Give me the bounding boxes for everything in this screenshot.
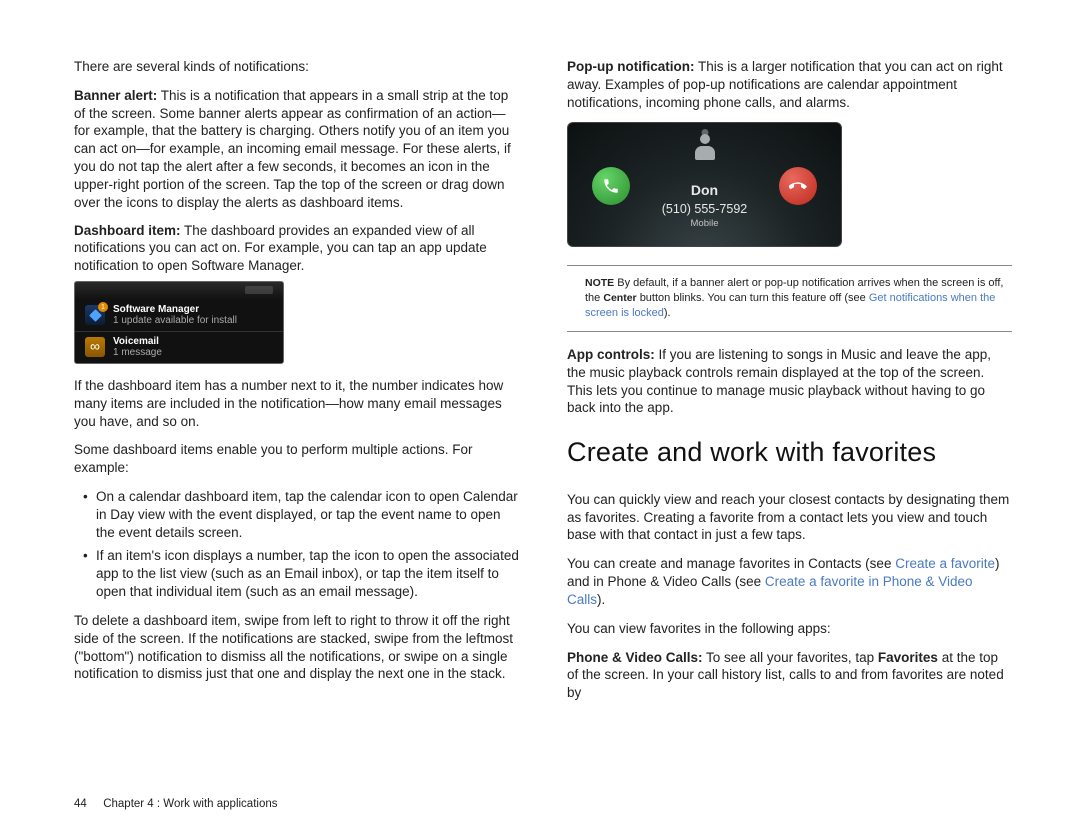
fav2a: You can create and manage favorites in C… <box>567 556 895 571</box>
footer-chapter: Chapter 4 : Work with applications <box>103 798 277 810</box>
note-center: Center <box>603 292 636 304</box>
left-column: There are several kinds of notifications… <box>74 58 519 776</box>
link-create-favorite[interactable]: Create a favorite <box>895 556 995 571</box>
dash-row2-sub: 1 message <box>113 347 162 359</box>
banner-alert-para: Banner alert: This is a notification tha… <box>74 87 519 212</box>
software-manager-icon: 1 <box>85 305 105 325</box>
dash-row1-sub: 1 update available for install <box>113 315 237 327</box>
dashboard-number-text: If the dashboard item has a number next … <box>74 377 519 430</box>
pv-fav: Favorites <box>878 650 938 665</box>
banner-text: This is a notification that appears in a… <box>74 88 511 210</box>
note-text3: ). <box>664 307 671 319</box>
fav-view: You can view favorites in the following … <box>567 620 1012 638</box>
voicemail-icon <box>85 337 105 357</box>
dashboard-item-para: Dashboard item: The dashboard provides a… <box>74 222 519 275</box>
banner-label: Banner alert: <box>74 88 157 103</box>
popup-call-screenshot: Don (510) 555-7592 Mobile <box>567 122 842 247</box>
call-type: Mobile <box>568 218 841 231</box>
fav-links-para: You can create and manage favorites in C… <box>567 555 1012 608</box>
app-label: App controls: <box>567 347 655 362</box>
note-text2: button blinks. You can turn this feature… <box>640 292 869 304</box>
pv-label: Phone & Video Calls: <box>567 650 703 665</box>
bullet-list: On a calendar dashboard item, tap the ca… <box>86 488 519 601</box>
bullet-1: On a calendar dashboard item, tap the ca… <box>86 488 519 541</box>
right-column: Pop-up notification: This is a larger no… <box>567 58 1012 776</box>
section-heading: Create and work with favorites <box>567 435 1012 471</box>
popup-label: Pop-up notification: <box>567 59 694 74</box>
note-label: NOTE <box>585 277 614 289</box>
fav-intro: You can quickly view and reach your clos… <box>567 491 1012 544</box>
popup-para: Pop-up notification: This is a larger no… <box>567 58 1012 111</box>
dash-row1-title: Software Manager <box>113 304 237 316</box>
dashboard-label: Dashboard item: <box>74 223 181 238</box>
page-footer: 44 Chapter 4 : Work with applications <box>74 798 278 810</box>
intro-text: There are several kinds of notifications… <box>74 58 519 76</box>
fav2c: ). <box>597 592 605 607</box>
dash-row2-title: Voicemail <box>113 336 162 348</box>
note-box: NOTE By default, if a banner alert or po… <box>567 265 1012 332</box>
call-name: Don <box>568 181 841 199</box>
delete-text: To delete a dashboard item, swipe from l… <box>74 612 519 683</box>
bullet-2: If an item's icon displays a number, tap… <box>86 547 519 600</box>
pv-text1: To see all your favorites, tap <box>706 650 878 665</box>
call-phone: (510) 555-7592 <box>568 201 841 218</box>
footer-page: 44 <box>74 798 100 810</box>
dashboard-screenshot: 1 Software Manager 1 update available fo… <box>74 281 284 364</box>
phone-video-para: Phone & Video Calls: To see all your fav… <box>567 649 1012 702</box>
person-icon <box>694 134 716 160</box>
app-controls-para: App controls: If you are listening to so… <box>567 346 1012 417</box>
dashboard-multi-text: Some dashboard items enable you to perfo… <box>74 441 519 477</box>
